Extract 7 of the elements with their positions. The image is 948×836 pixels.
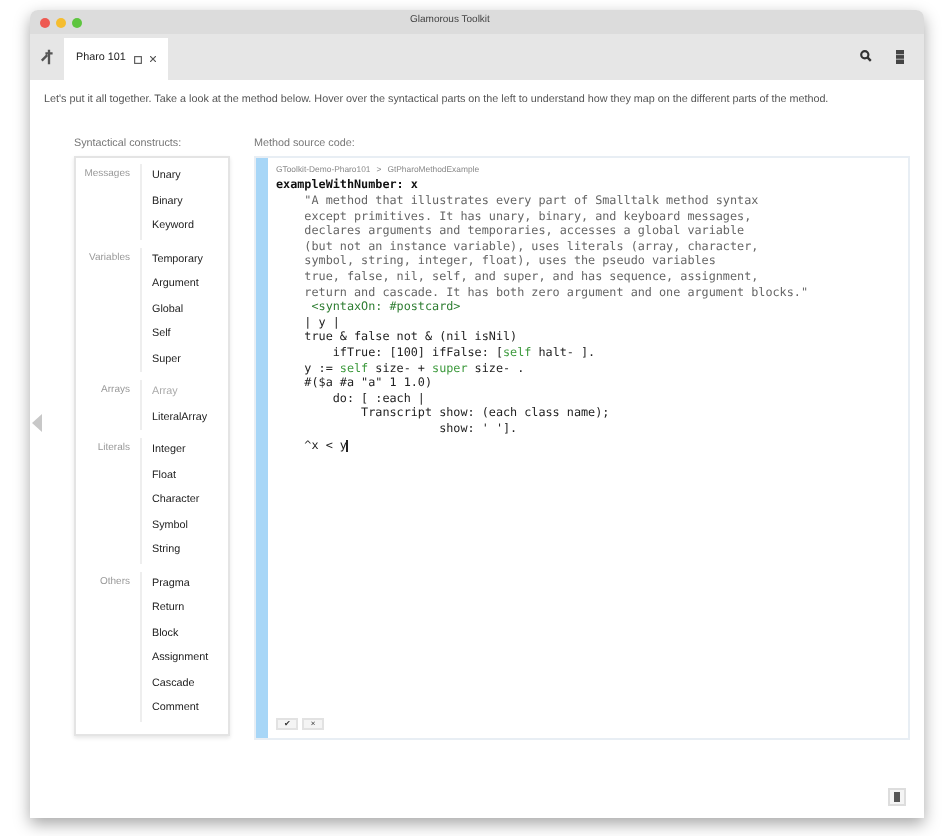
text-cursor [346,439,349,451]
logo-icon[interactable] [40,48,58,66]
inspector-icon[interactable] [888,788,906,806]
window-icon[interactable] [133,55,142,63]
menu-icon[interactable] [896,50,904,64]
search-icon[interactable] [860,50,872,62]
close-icon[interactable] [149,56,156,62]
